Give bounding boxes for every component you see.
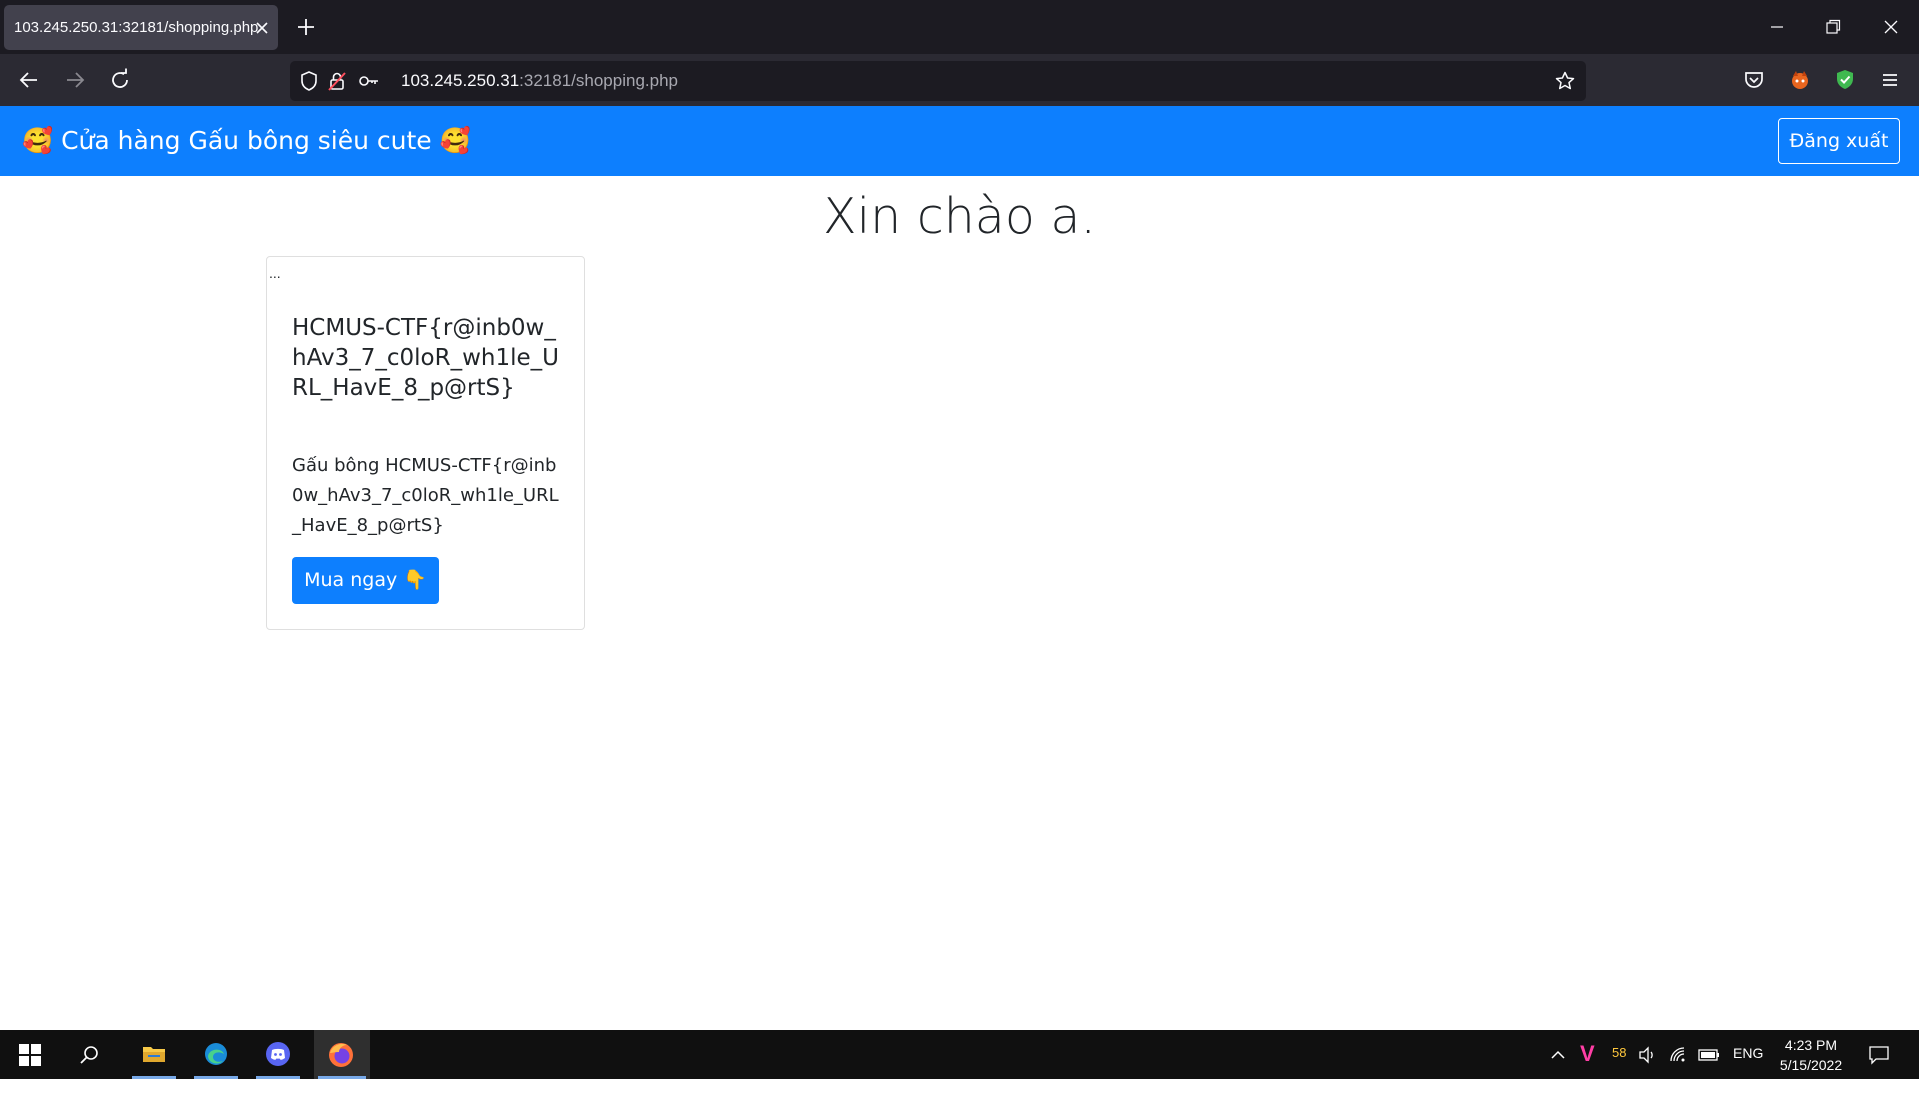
bookmark-star-icon[interactable]	[1554, 70, 1576, 92]
browser-nav-bar: 103.245.250.31:32181/shopping.php	[0, 54, 1919, 106]
discord-icon	[266, 1042, 290, 1066]
close-window-icon[interactable]	[1880, 16, 1902, 38]
product-card: ... HCMUS-CTF{r@inb0w_hAv3_7_c0loR_wh1le…	[266, 256, 585, 630]
tab-title: 103.245.250.31:32181/shopping.php	[14, 19, 259, 36]
close-tab-icon[interactable]	[252, 18, 272, 38]
back-icon[interactable]	[16, 67, 42, 93]
restore-icon[interactable]	[1822, 16, 1844, 38]
url-host: 103.245.250.31	[401, 71, 520, 90]
adblock-shield-icon[interactable]	[1832, 67, 1858, 93]
chevron-up-icon[interactable]	[1550, 1047, 1566, 1063]
edge-browser-icon	[205, 1043, 227, 1065]
vpn-v-icon[interactable]: V	[1580, 1041, 1595, 1067]
hamburger-menu-icon[interactable]	[1877, 67, 1903, 93]
logout-button[interactable]: Đăng xuất	[1778, 118, 1900, 164]
minimize-icon[interactable]	[1766, 16, 1788, 38]
taskbar-file-explorer[interactable]	[128, 1030, 180, 1079]
url-bar[interactable]: 103.245.250.31:32181/shopping.php	[290, 61, 1586, 101]
notification-icon[interactable]	[1868, 1044, 1890, 1066]
browser-tab-bar: 103.245.250.31:32181/shopping.php	[0, 0, 1919, 54]
volume-icon[interactable]	[1637, 1045, 1657, 1065]
os-taskbar: V 58 ENG 4:23 PM 5/15/2022	[0, 1030, 1919, 1079]
tray-badge[interactable]: 58	[1612, 1045, 1626, 1094]
folder-icon	[143, 1047, 165, 1062]
language-indicator[interactable]: ENG	[1733, 1045, 1763, 1094]
windows-start-icon[interactable]	[19, 1044, 41, 1066]
new-tab-icon[interactable]	[294, 15, 318, 39]
search-icon[interactable]	[78, 1044, 100, 1066]
forward-icon[interactable]	[62, 67, 88, 93]
taskbar-firefox[interactable]	[314, 1030, 370, 1079]
pocket-icon[interactable]	[1741, 67, 1767, 93]
site-brand[interactable]: 🥰 Cửa hàng Gấu bông siêu cute 🥰	[22, 126, 471, 156]
product-title: HCMUS-CTF{r@inb0w_hAv3_7_c0loR_wh1le_URL…	[292, 315, 559, 401]
url-text[interactable]: 103.245.250.31:32181/shopping.php	[401, 71, 678, 91]
browser-tab[interactable]: 103.245.250.31:32181/shopping.php	[4, 5, 278, 50]
clock-time: 4:23 PM	[1784, 1037, 1838, 1053]
site-navbar: 🥰 Cửa hàng Gấu bông siêu cute 🥰 Đăng xuấ…	[0, 106, 1919, 176]
reload-icon[interactable]	[107, 67, 133, 93]
insecure-lock-icon[interactable]	[326, 70, 348, 92]
url-path: :32181/shopping.php	[519, 71, 678, 90]
taskbar-clock[interactable]: 4:23 PM 5/15/2022	[1770, 1035, 1852, 1075]
buy-now-button[interactable]: Mua ngay 👇	[292, 557, 439, 604]
battery-icon[interactable]	[1698, 1045, 1720, 1065]
product-image-alt: ...	[269, 265, 281, 281]
taskbar-discord[interactable]	[252, 1030, 304, 1079]
extension-fox-icon[interactable]	[1787, 67, 1813, 93]
greeting-heading: Xin chào a.	[823, 188, 1096, 245]
shield-icon[interactable]	[298, 70, 320, 92]
clock-date: 5/15/2022	[1779, 1057, 1843, 1073]
product-description: Gấu bông HCMUS-CTF{r@inb0w_hAv3_7_c0loR_…	[292, 455, 559, 536]
firefox-icon	[329, 1043, 353, 1067]
taskbar-edge[interactable]	[190, 1030, 242, 1079]
key-icon[interactable]	[358, 70, 380, 92]
wifi-icon[interactable]	[1668, 1045, 1688, 1065]
